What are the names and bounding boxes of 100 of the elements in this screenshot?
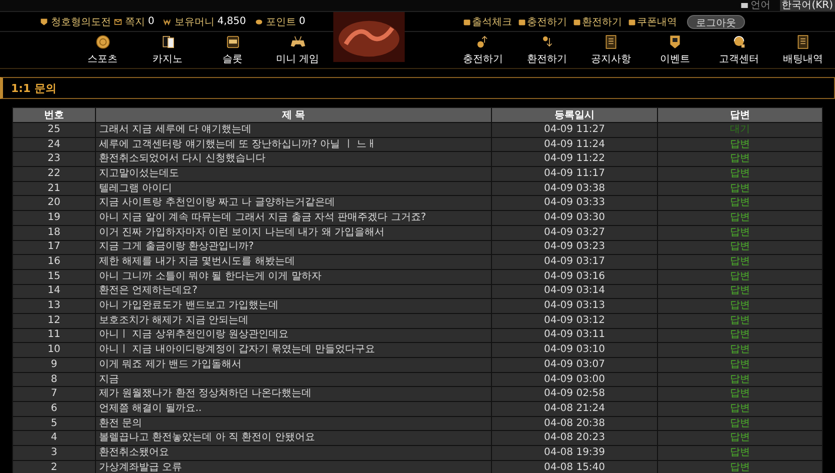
logo-artwork: [333, 12, 405, 62]
messages-count: 0: [148, 16, 154, 27]
title-cell[interactable]: 지금 그게 출금이랑 환상관입니까?: [96, 240, 492, 255]
nav-item[interactable]: 공지사항: [579, 34, 643, 66]
title-cell[interactable]: 제가 원월쟀나가 환전 정상쳐하던 나온다했는데: [96, 386, 492, 402]
title-cell[interactable]: 지고말이섰는데도: [96, 166, 492, 182]
header-link[interactable]: 환전하기: [582, 14, 622, 28]
status-cell: 답변: [658, 430, 822, 446]
date-cell: 04-08 20:38: [492, 416, 658, 431]
language-label: 언어: [750, 0, 771, 11]
shield-icon: [40, 18, 48, 26]
status-cell: 답변: [658, 358, 822, 372]
nav-item[interactable]: 슬롯: [200, 34, 265, 66]
date-cell: 04-09 03:13: [492, 298, 658, 314]
slot-machine-icon: [224, 34, 240, 50]
column-header: 등록일시: [492, 108, 658, 122]
status-cell: 답변: [658, 372, 822, 387]
title-cell[interactable]: 보호조치가 해제가 지금 안되는데: [96, 313, 492, 328]
status-cell: 답변: [658, 269, 822, 284]
date-cell: 04-09 03:33: [492, 196, 658, 211]
number-cell: 22: [12, 166, 96, 182]
status-cell: 답변: [658, 240, 822, 255]
title-cell[interactable]: 그래서 지금 세루에 다 얘기했는데: [96, 122, 492, 138]
nav-item[interactable]: 미니 게임: [265, 34, 330, 66]
language-selector[interactable]: 한국어(KR): [780, 0, 835, 11]
title-cell[interactable]: 아니 그니까 소틀이 뭐야 될 한다는게 이게 말하자: [96, 269, 492, 284]
number-cell: 5: [12, 416, 96, 431]
nav-item[interactable]: 고객센터: [707, 34, 771, 66]
shield-icon: [667, 34, 683, 50]
date-cell: 04-09 03:12: [492, 313, 658, 328]
title-cell[interactable]: 이게 뭐죠 제가 밴드 가입돌해서: [96, 358, 492, 372]
title-cell[interactable]: 환전취소되었어서 다시 신청했습니다: [96, 152, 492, 167]
title-cell[interactable]: 볼렐끕나고 환전놓았는데 아 직 환전이 안됐어요: [96, 430, 492, 446]
date-cell: 04-09 03:11: [492, 328, 658, 343]
status-cell: 답변: [658, 446, 822, 460]
title-cell[interactable]: 제한 해제를 내가 지금 몇번시도를 해봤는데: [96, 254, 492, 270]
title-cell[interactable]: 지금: [96, 372, 492, 387]
nav-item[interactable]: 이벤트: [643, 34, 707, 66]
status-cell: 답변: [658, 210, 822, 226]
number-cell: 16: [12, 254, 96, 270]
header-link[interactable]: 출석체크: [472, 14, 512, 28]
date-cell: 04-08 21:24: [492, 402, 658, 416]
nav-item[interactable]: 배팅내역: [771, 34, 835, 66]
date-cell: 04-09 03:00: [492, 372, 658, 387]
status-cell: 답변: [658, 284, 822, 299]
header-link[interactable]: 쿠폰내역: [637, 14, 677, 28]
date-cell: 04-09 03:38: [492, 181, 658, 196]
square-icon: [518, 18, 526, 26]
date-cell: 04-08 20:23: [492, 430, 658, 446]
nav-item[interactable]: 환전하기: [515, 34, 579, 66]
status-cell: 답변: [658, 342, 822, 358]
status-cell: 답변: [658, 298, 822, 314]
date-cell: 04-09 03:27: [492, 225, 658, 240]
date-cell: 04-09 03:30: [492, 210, 658, 226]
nav-item[interactable]: 카지노: [135, 34, 200, 66]
status-cell: 답변: [658, 254, 822, 270]
square-icon: [573, 18, 581, 26]
title-cell[interactable]: 세루에 고객센터랑 얘기했는데 또 장난하십니까? 아닐 ㅣ 느ㅐ: [96, 137, 492, 152]
title-cell[interactable]: 언제쯤 해결이 될까요..: [96, 402, 492, 416]
envelope-icon: [114, 18, 122, 26]
title-cell[interactable]: 가상계좌발급 오류: [96, 460, 492, 473]
status-cell: 답변: [658, 225, 822, 240]
title-cell[interactable]: 지금 사이트랑 추천인이랑 짜고 나 글양하는거같은데: [96, 196, 492, 211]
number-cell: 15: [12, 269, 96, 284]
title-cell[interactable]: 텔레그램 아이디: [96, 181, 492, 196]
header-link[interactable]: 충전하기: [527, 14, 567, 28]
status-cell: 답변: [658, 181, 822, 196]
date-cell: 04-09 03:10: [492, 342, 658, 358]
status-cell: 답변: [658, 386, 822, 402]
title-cell[interactable]: 아니ㅣ 지금 내아이디랑계정이 갑자기 묶였는데 만들었다구요: [96, 342, 492, 358]
nav-item[interactable]: 스포츠: [70, 34, 135, 66]
points-value: 0: [299, 16, 306, 27]
number-cell: 14: [12, 284, 96, 299]
title-cell[interactable]: 아니 지금 알이 계속 따뮤는데 그래서 지금 출금 자석 판매주겠다 그거죠?: [96, 210, 492, 226]
number-cell: 20: [12, 196, 96, 211]
number-cell: 10: [12, 342, 96, 358]
nav-item[interactable]: 충전하기: [451, 34, 515, 66]
date-cell: 04-09 02:58: [492, 386, 658, 402]
title-cell[interactable]: 이거 진짜 가입하자마자 이런 보이지 나는데 내가 왜 가입을해서: [96, 225, 492, 240]
number-cell: 24: [12, 137, 96, 152]
points-label: 포인트: [266, 16, 296, 28]
date-cell: 04-09 03:14: [492, 284, 658, 299]
square-icon: [628, 18, 636, 26]
title-cell[interactable]: 아니 가입완료도가 밴드보고 가입했는데: [96, 298, 492, 314]
status-cell: 답변: [658, 166, 822, 182]
coin-icon: [255, 18, 264, 26]
status-cell: 답변: [658, 152, 822, 167]
status-cell: 대기: [658, 122, 822, 138]
number-cell: 13: [12, 298, 96, 314]
number-cell: 7: [12, 386, 96, 402]
number-cell: 17: [12, 240, 96, 255]
status-cell: 답변: [658, 402, 822, 416]
title-cell[interactable]: 환전 문의: [96, 416, 492, 431]
title-cell[interactable]: 환전은 언제하는데요?: [96, 284, 492, 299]
title-cell[interactable]: 환전취소됐어요: [96, 446, 492, 460]
square-icon: [463, 18, 471, 26]
logout-button[interactable]: 로그아웃: [687, 14, 745, 28]
title-cell[interactable]: 아니ㅣ 지금 상위추천인이랑 원상관인데요: [96, 328, 492, 343]
date-cell: 04-08 19:39: [492, 446, 658, 460]
coin-icon: [94, 34, 110, 50]
